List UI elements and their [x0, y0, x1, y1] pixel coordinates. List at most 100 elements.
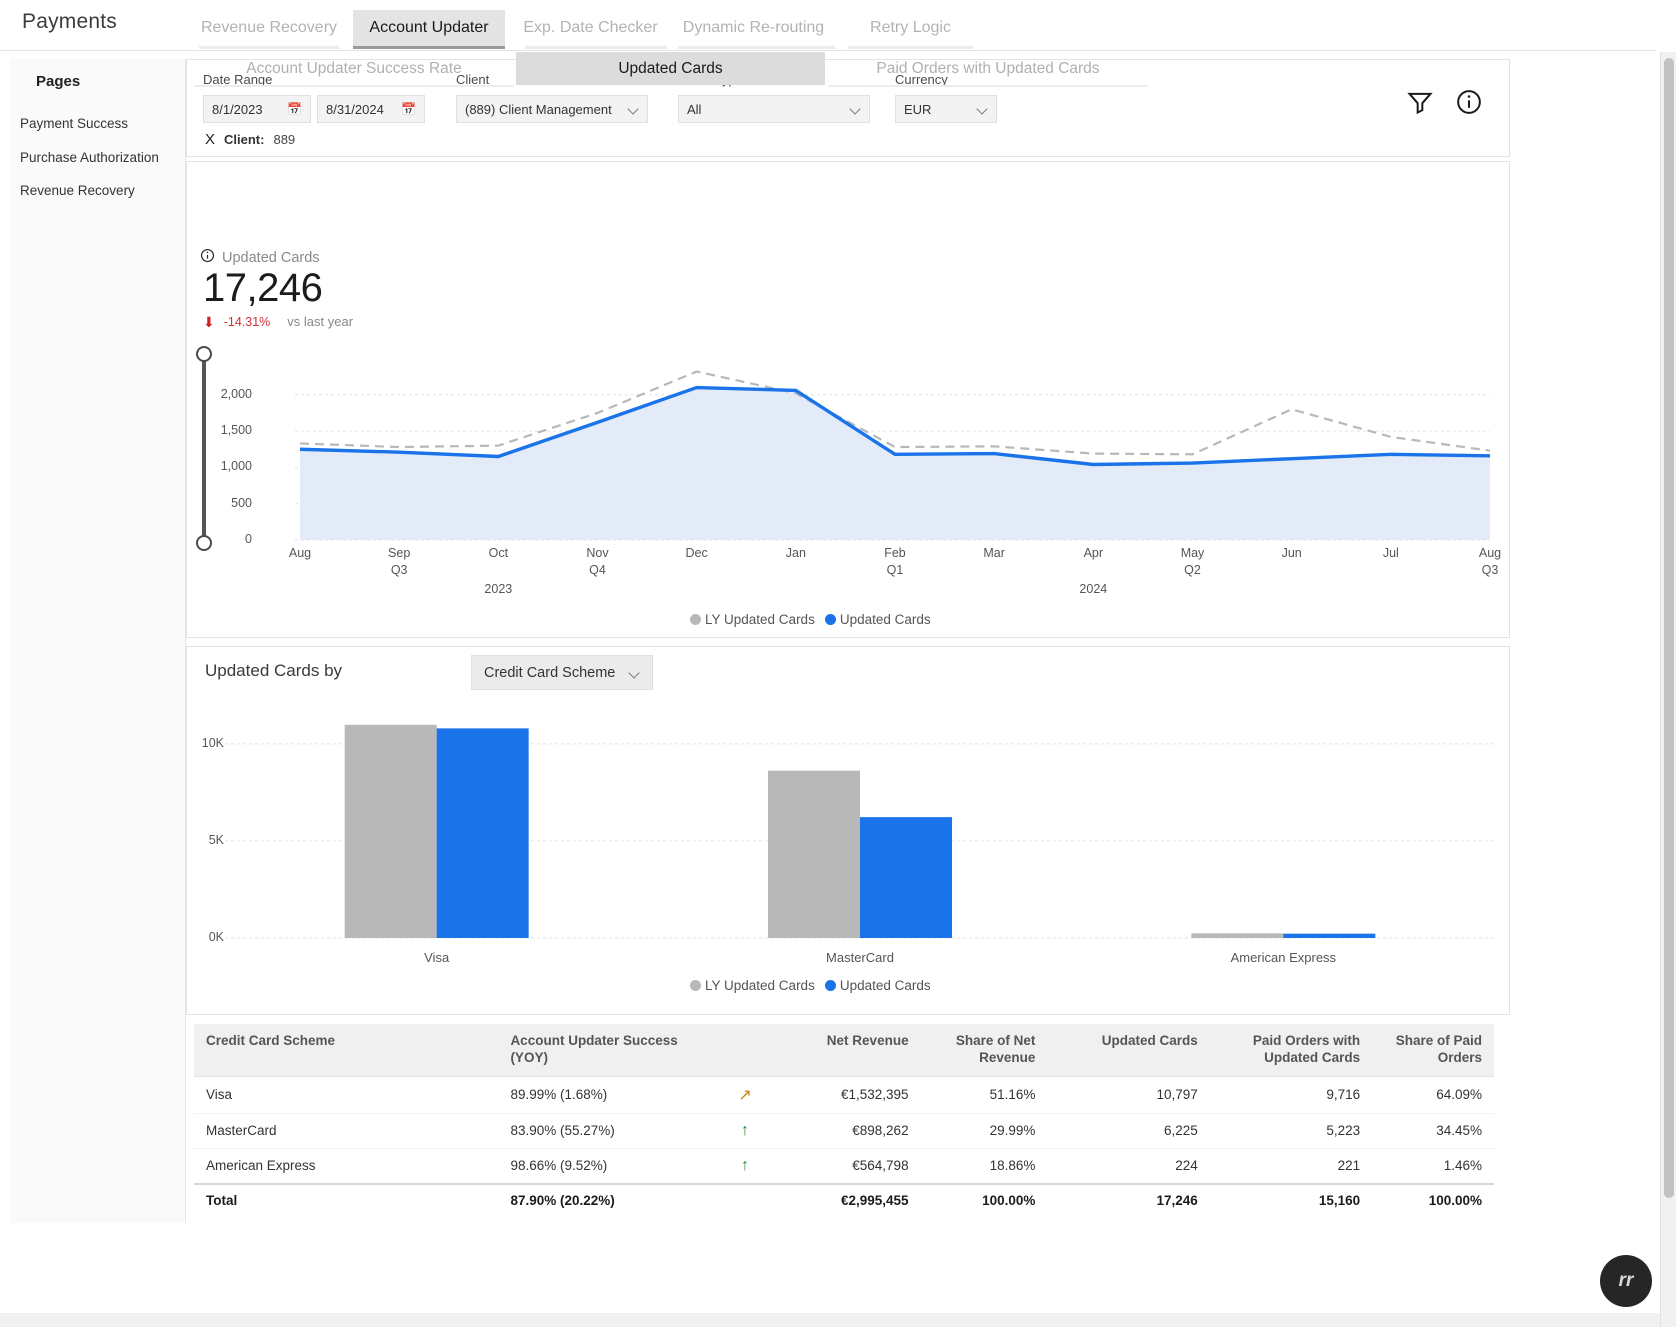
x-tick-label: Aug — [288, 546, 312, 560]
legend-label: Updated Cards — [839, 978, 931, 993]
cell-net-revenue: €564,798 — [768, 1148, 921, 1185]
tab-underline-account-updater — [353, 46, 505, 49]
sidebar-item-payment-success[interactable]: Payment Success — [20, 116, 128, 131]
info-circle-icon[interactable] — [200, 248, 215, 267]
legend-label: Updated Cards — [839, 612, 931, 627]
currency-select[interactable]: EUR — [895, 95, 997, 123]
subtab-updated-cards[interactable]: Updated Cards — [516, 52, 825, 85]
table-row[interactable]: MasterCard 83.90% (55.27%) ↑ €898,262 29.99%… — [194, 1113, 1494, 1149]
col-share-of-paid-orders[interactable]: Share of Paid Orders — [1372, 1024, 1494, 1077]
bar[interactable] — [1283, 933, 1376, 938]
sidebar-item-revenue-recovery[interactable]: Revenue Recovery — [20, 183, 135, 198]
bar[interactable] — [768, 770, 860, 938]
cell-paid-orders: 15,160 — [1209, 1182, 1373, 1216]
horizontal-scrollbar[interactable] — [0, 1313, 1660, 1327]
y-tick-label: 2,000 — [220, 386, 252, 401]
legend-color-dot — [690, 614, 701, 625]
bar[interactable] — [860, 817, 952, 938]
legend-entry[interactable]: Updated Cards — [824, 612, 931, 627]
up-arrow-icon: ↑ — [741, 1156, 750, 1174]
date-start-value: 8/1/2023 — [212, 101, 263, 117]
chip-label: Client: — [224, 132, 265, 147]
cell-account-updater-success: 83.90% (55.27%) — [498, 1113, 722, 1149]
cell-share-net-revenue: 29.99% — [920, 1113, 1048, 1149]
tab-account-updater[interactable]: Account Updater — [353, 10, 505, 46]
date-end-input[interactable]: 8/31/2024 📅 — [317, 95, 425, 123]
legend-entry[interactable]: LY Updated Cards — [690, 978, 815, 993]
cell-account-updater-success: 87.90% (20.22%) — [498, 1182, 722, 1216]
ly-updated-cards-line — [299, 370, 1491, 456]
bar[interactable] — [344, 724, 437, 938]
legend-entry[interactable]: LY Updated Cards — [690, 612, 815, 627]
bar[interactable] — [1191, 933, 1284, 938]
table-row[interactable]: American Express 98.66% (9.52%) ↑ €564,798 1… — [194, 1148, 1494, 1185]
bar-category-label: Visa — [424, 950, 450, 965]
cell-share-paid-orders: 1.46% — [1372, 1148, 1494, 1185]
x-tick-label: Oct — [488, 546, 509, 560]
remove-filter-icon[interactable]: X — [205, 131, 215, 148]
client-select[interactable]: (889) Client Management — [456, 95, 648, 123]
dimension-value: Credit Card Scheme — [484, 664, 616, 681]
cell-net-revenue: €1,532,395 — [768, 1076, 921, 1114]
cell-share-paid-orders: 100.00% — [1372, 1182, 1494, 1216]
tab-dynamic-re-routing[interactable]: Dynamic Re-routing — [672, 10, 835, 46]
y-tick-label: 0 — [245, 532, 252, 546]
subtab-paid-orders-with-updated-cards[interactable]: Paid Orders with Updated Cards — [828, 52, 1148, 85]
quarter-tick-label: Q3 — [1481, 563, 1499, 577]
subtab-underline-success-rate — [194, 85, 514, 87]
cell-net-revenue: €898,262 — [768, 1113, 921, 1149]
cell-updated-cards: 17,246 — [1047, 1182, 1210, 1216]
table-head: Credit Card Scheme Account Updater Succe… — [194, 1024, 1494, 1077]
order-type-value: All — [687, 101, 702, 117]
currency-value: EUR — [904, 101, 932, 117]
col-net-revenue[interactable]: Net Revenue — [768, 1024, 921, 1077]
date-start-input[interactable]: 8/1/2023 📅 — [203, 95, 311, 123]
cell-account-updater-success: 89.99% (1.68%) — [498, 1076, 722, 1114]
watermark-badge[interactable]: rr — [1600, 1255, 1652, 1307]
vertical-scroll-thumb[interactable] — [1664, 58, 1674, 1198]
vertical-scrollbar[interactable] — [1660, 52, 1676, 1327]
tab-retry-logic[interactable]: Retry Logic — [848, 10, 973, 46]
bar-y-tick-label: 0K — [208, 930, 224, 944]
sidebar-item-purchase-authorization[interactable]: Purchase Authorization — [20, 150, 159, 165]
chevron-down-icon — [978, 104, 988, 114]
calendar-icon[interactable]: 📅 — [401, 103, 416, 115]
updated-cards-line — [299, 385, 1491, 467]
area-fill — [300, 387, 1490, 540]
x-tick-label: Feb — [884, 546, 906, 560]
slider-track[interactable] — [202, 354, 206, 544]
cell-scheme: Total — [194, 1182, 499, 1216]
subtab-account-updater-success-rate[interactable]: Account Updater Success Rate — [194, 52, 514, 85]
x-tick-label: Apr — [1083, 546, 1104, 560]
col-credit-card-scheme[interactable]: Credit Card Scheme — [194, 1024, 499, 1077]
slider-knob-top[interactable] — [196, 346, 212, 362]
dimension-select[interactable]: Credit Card Scheme — [471, 655, 653, 690]
order-type-select[interactable]: All — [678, 95, 870, 123]
updated-cards-area-chart — [225, 365, 1495, 565]
x-tick-label: Jul — [1382, 546, 1399, 560]
x-tick-label: Jun — [1281, 546, 1302, 560]
col-account-updater-success[interactable]: Account Updater Success (YOY) — [498, 1024, 722, 1077]
col-share-of-net-revenue[interactable]: Share of Net Revenue — [920, 1024, 1048, 1077]
table-row[interactable]: Visa 89.99% (1.68%) ↗ €1,532,395 51.16% 10,79… — [194, 1076, 1494, 1114]
cell-paid-orders: 221 — [1209, 1148, 1373, 1185]
filter-funnel-icon[interactable] — [1406, 88, 1434, 121]
col-updated-cards[interactable]: Updated Cards — [1047, 1024, 1210, 1077]
calendar-icon[interactable]: 📅 — [287, 103, 302, 115]
col-trend — [721, 1024, 769, 1077]
tab-exp-date-checker[interactable]: Exp. Date Checker — [514, 10, 667, 46]
cell-scheme: American Express — [194, 1148, 499, 1185]
subtab-underline-paid-orders — [828, 85, 1148, 87]
info-circle-icon[interactable] — [1455, 88, 1483, 121]
breakdown-title: Updated Cards by — [205, 661, 343, 680]
x-tick-label: Mar — [983, 546, 1005, 560]
bar[interactable] — [436, 728, 529, 938]
y-tick-label: 1,000 — [220, 459, 252, 474]
tab-revenue-recovery[interactable]: Revenue Recovery — [199, 10, 339, 46]
col-paid-orders-with-updated-cards[interactable]: Paid Orders with Updated Cards — [1209, 1024, 1373, 1077]
y-axis-range-slider[interactable] — [196, 346, 212, 551]
page-title: Payments — [22, 10, 117, 33]
legend-label: LY Updated Cards — [705, 978, 815, 993]
quarter-tick-label: Q4 — [589, 563, 606, 577]
legend-entry[interactable]: Updated Cards — [824, 978, 931, 993]
